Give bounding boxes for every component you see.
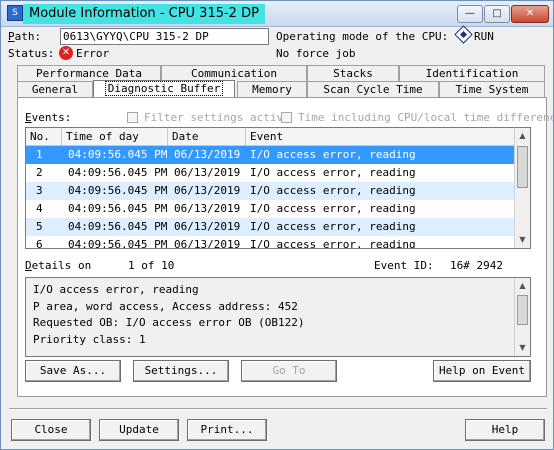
tab-performance-data[interactable]: Performance Data: [17, 65, 161, 81]
details-scrollbar[interactable]: ▲ ▼: [514, 278, 530, 356]
cell-no: 2: [36, 166, 43, 179]
filter-settings-label: Filter settings activ: [144, 111, 284, 124]
cell-no: 3: [36, 184, 43, 197]
run-mode-icon: [454, 25, 473, 44]
title-bar[interactable]: S Module Information - CPU 315-2 DP — □ …: [1, 1, 553, 27]
close-button[interactable]: Close: [11, 419, 91, 441]
column-header-event[interactable]: Event: [246, 128, 515, 146]
help-on-event-button[interactable]: Help on Event: [433, 360, 531, 382]
tab-identification[interactable]: Identification: [399, 65, 545, 81]
status-label: Status:: [8, 47, 55, 60]
column-header-no[interactable]: No.: [26, 128, 62, 146]
tab-memory[interactable]: Memory: [237, 81, 307, 97]
detail-line: Requested OB: I/O access error OB (OB122…: [33, 316, 305, 329]
tab-stacks[interactable]: Stacks: [307, 65, 399, 81]
force-job-status: No force job: [276, 47, 356, 60]
save-as-button[interactable]: Save As...: [25, 360, 121, 382]
cell-event: I/O access error, reading: [250, 238, 416, 249]
minimize-button[interactable]: —: [457, 5, 483, 23]
events-label: Events:: [25, 111, 72, 124]
scroll-up-arrow-icon[interactable]: ▲: [515, 278, 530, 294]
cell-date: 06/13/2019: [174, 184, 241, 197]
cell-event: I/O access error, reading: [250, 220, 416, 233]
time-difference-label: Time including CPU/local time differenc: [298, 111, 554, 124]
table-row[interactable]: 3 04:09:56.045 PM 06/13/2019 I/O access …: [26, 182, 515, 200]
events-table-header: No. Time of day Date Event: [26, 128, 515, 146]
operating-mode-label: Operating mode of the CPU:: [276, 30, 449, 43]
table-row[interactable]: 4 04:09:56.045 PM 06/13/2019 I/O access …: [26, 200, 515, 218]
cell-date: 06/13/2019: [174, 220, 241, 233]
window-title: Module Information - CPU 315-2 DP: [23, 4, 265, 24]
column-header-time[interactable]: Time of day: [62, 128, 168, 146]
status-value: Error: [76, 47, 110, 60]
tab-communication[interactable]: Communication: [161, 65, 307, 81]
event-details-box[interactable]: I/O access error, reading P area, word a…: [25, 277, 531, 357]
events-table[interactable]: No. Time of day Date Event 1 04:09:56.04…: [25, 127, 531, 249]
cell-time: 04:09:56.045 PM: [68, 184, 168, 197]
error-icon: ✕: [59, 46, 73, 60]
time-difference-checkbox[interactable]: [281, 112, 292, 123]
scroll-down-arrow-icon[interactable]: ▼: [515, 340, 530, 356]
cell-event: I/O access error, reading: [250, 148, 416, 161]
update-button[interactable]: Update: [99, 419, 179, 441]
details-count: 1 of 10: [128, 259, 175, 272]
path-field: 0613\GYYQ\CPU 315-2 DP: [60, 28, 269, 45]
print-button[interactable]: Print...: [187, 419, 267, 441]
cell-date: 06/13/2019: [174, 238, 241, 249]
cell-time: 04:09:56.045 PM: [68, 220, 168, 233]
tab-general[interactable]: General: [17, 81, 93, 97]
event-id-value: 16# 2942: [450, 259, 503, 272]
cell-date: 06/13/2019: [174, 202, 241, 215]
cell-no: 1: [36, 148, 43, 161]
cell-no: 4: [36, 202, 43, 215]
tab-diagnostic-buffer-label: Diagnostic Buffer: [104, 81, 224, 96]
help-button[interactable]: Help: [465, 419, 545, 441]
scroll-down-arrow-icon[interactable]: ▼: [515, 232, 530, 248]
maximize-button[interactable]: □: [484, 5, 510, 23]
close-window-button[interactable]: ✕: [511, 5, 549, 23]
scroll-up-arrow-icon[interactable]: ▲: [515, 128, 530, 144]
app-icon: S: [7, 5, 23, 21]
cell-date: 06/13/2019: [174, 166, 241, 179]
detail-line: P area, word access, Access address: 452: [33, 300, 298, 313]
cell-no: 6: [36, 238, 43, 249]
cell-event: I/O access error, reading: [250, 166, 416, 179]
table-row[interactable]: 6 04:09:56.045 PM 06/13/2019 I/O access …: [26, 236, 515, 249]
cell-no: 5: [36, 220, 43, 233]
separator: [9, 408, 547, 410]
events-scrollbar[interactable]: ▲ ▼: [514, 128, 530, 248]
table-row[interactable]: 1 04:09:56.045 PM 06/13/2019 I/O access …: [26, 146, 515, 164]
table-row[interactable]: 5 04:09:56.045 PM 06/13/2019 I/O access …: [26, 218, 515, 236]
detail-line: I/O access error, reading: [33, 283, 199, 296]
event-id-label: Event ID:: [374, 259, 434, 272]
filter-settings-checkbox[interactable]: [127, 112, 138, 123]
cell-time: 04:09:56.045 PM: [68, 238, 168, 249]
cell-event: I/O access error, reading: [250, 184, 416, 197]
tab-scan-cycle-time[interactable]: Scan Cycle Time: [307, 81, 439, 97]
table-row[interactable]: 2 04:09:56.045 PM 06/13/2019 I/O access …: [26, 164, 515, 182]
cell-time: 04:09:56.045 PM: [68, 166, 168, 179]
tab-diagnostic-buffer[interactable]: Diagnostic Buffer: [93, 80, 235, 98]
scroll-thumb[interactable]: [517, 146, 528, 188]
cell-event: I/O access error, reading: [250, 202, 416, 215]
path-label: Path:: [8, 30, 42, 43]
operating-mode-value: RUN: [474, 30, 494, 43]
details-label: Details on: [25, 259, 92, 272]
settings-button[interactable]: Settings...: [133, 360, 229, 382]
detail-line: Priority class: 1: [33, 333, 146, 346]
scroll-thumb[interactable]: [517, 295, 528, 325]
module-information-window: S Module Information - CPU 315-2 DP — □ …: [0, 0, 554, 450]
cell-date: 06/13/2019: [174, 148, 241, 161]
go-to-button[interactable]: Go To: [241, 360, 337, 382]
tab-time-system[interactable]: Time System: [439, 81, 545, 97]
column-header-date[interactable]: Date: [168, 128, 246, 146]
cell-time: 04:09:56.045 PM: [68, 202, 168, 215]
cell-time: 04:09:56.045 PM: [68, 148, 168, 161]
